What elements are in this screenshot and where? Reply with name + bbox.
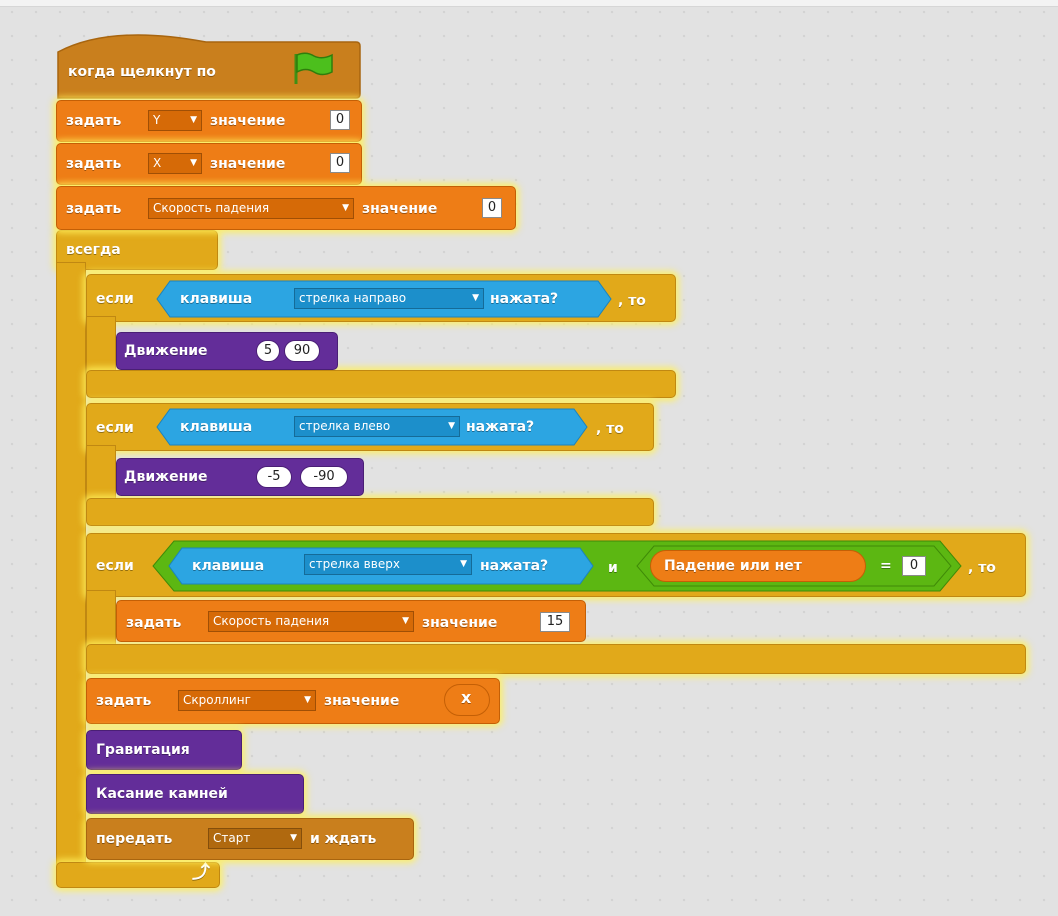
dropdown-arrow-icon: ▼	[342, 203, 349, 213]
falling-reporter-label: Падение или нет	[664, 558, 802, 574]
x-reporter-label: x	[461, 688, 472, 707]
dropdown-arrow-icon: ▼	[472, 293, 479, 303]
pressed-label: нажата?	[480, 558, 549, 574]
dropdown-value: стрелка влево	[299, 419, 391, 433]
value-input[interactable]: 0	[330, 110, 350, 130]
variable-dropdown-fall-speed[interactable]: Скорость падения ▼	[208, 611, 414, 632]
pressed-label: нажата?	[466, 419, 535, 435]
then-label: , то	[596, 421, 624, 437]
dropdown-value: X	[153, 156, 162, 170]
green-flag-icon[interactable]	[292, 50, 336, 86]
dropdown-value: Старт	[213, 831, 251, 845]
dropdown-arrow-icon: ▼	[304, 695, 311, 705]
variable-dropdown-x[interactable]: X ▼	[148, 153, 202, 174]
value-label: значение	[210, 113, 286, 129]
move-label: Движение	[124, 343, 208, 359]
broadcast-label: передать	[96, 831, 173, 847]
value-input[interactable]: 15	[540, 612, 570, 632]
and-wait-label: и ждать	[310, 831, 377, 847]
value-label: значение	[324, 693, 400, 709]
value-input[interactable]: 0	[330, 153, 350, 173]
key-dropdown-right[interactable]: стрелка направо ▼	[294, 288, 484, 309]
if-right-block-arm	[86, 316, 116, 376]
dropdown-value: Скорость падения	[213, 614, 330, 628]
and-label: и	[608, 560, 618, 576]
value-label: значение	[210, 156, 286, 172]
if-label: если	[96, 291, 134, 307]
loop-arrow-icon: ⤴	[192, 862, 210, 883]
dropdown-value: Скроллинг	[183, 693, 251, 707]
key-label: клавиша	[180, 419, 253, 435]
dropdown-value: Скорость падения	[153, 201, 270, 215]
value-input[interactable]: 0	[482, 198, 502, 218]
then-label: , то	[968, 560, 996, 576]
value-label: значение	[362, 201, 438, 217]
set-label: задать	[66, 201, 122, 217]
dropdown-arrow-icon: ▼	[290, 833, 297, 843]
variable-dropdown-fall-speed[interactable]: Скорость падения ▼	[148, 198, 354, 219]
key-dropdown-left[interactable]: стрелка влево ▼	[294, 416, 460, 437]
dropdown-arrow-icon: ▼	[448, 421, 455, 431]
key-label: клавиша	[180, 291, 253, 307]
if-right-block-bottom	[86, 370, 676, 398]
broadcast-message-dropdown[interactable]: Старт ▼	[208, 828, 302, 849]
rocks-label: Касание камней	[96, 786, 228, 802]
dropdown-value: Y	[153, 113, 161, 127]
if-left-block-arm	[86, 445, 116, 503]
move-speed-input[interactable]: -5	[256, 466, 292, 488]
dropdown-value: стрелка направо	[299, 291, 407, 305]
dropdown-arrow-icon: ▼	[402, 616, 409, 626]
move-label: Движение	[124, 469, 208, 485]
dropdown-value: стрелка вверх	[309, 557, 400, 571]
set-label: задать	[66, 156, 122, 172]
if-label: если	[96, 558, 134, 574]
equals-label: =	[880, 558, 892, 574]
pressed-label: нажата?	[490, 291, 559, 307]
forever-block-arm	[56, 262, 86, 884]
set-label: задать	[126, 615, 182, 631]
if-jump-block-bottom	[86, 644, 1026, 674]
then-label: , то	[618, 293, 646, 309]
dropdown-arrow-icon: ▼	[460, 559, 467, 569]
equals-value-input[interactable]: 0	[902, 556, 926, 576]
dropdown-arrow-icon: ▼	[190, 158, 197, 168]
variable-dropdown-y[interactable]: Y ▼	[148, 110, 202, 131]
key-label: клавиша	[192, 558, 265, 574]
hat-label: когда щелкнут по	[68, 64, 216, 80]
top-edge	[0, 0, 1058, 7]
move-speed-input[interactable]: 5	[256, 340, 280, 362]
key-dropdown-up[interactable]: стрелка вверх ▼	[304, 554, 472, 575]
dropdown-arrow-icon: ▼	[190, 115, 197, 125]
forever-label: всегда	[66, 242, 121, 258]
gravity-label: Гравитация	[96, 742, 190, 758]
set-label: задать	[66, 113, 122, 129]
if-label: если	[96, 420, 134, 436]
if-left-block-bottom	[86, 498, 654, 526]
if-jump-block-arm	[86, 590, 116, 650]
set-label: задать	[96, 693, 152, 709]
move-direction-input[interactable]: -90	[300, 466, 348, 488]
variable-dropdown-scrolling[interactable]: Скроллинг ▼	[178, 690, 316, 711]
value-label: значение	[422, 615, 498, 631]
move-direction-input[interactable]: 90	[284, 340, 320, 362]
